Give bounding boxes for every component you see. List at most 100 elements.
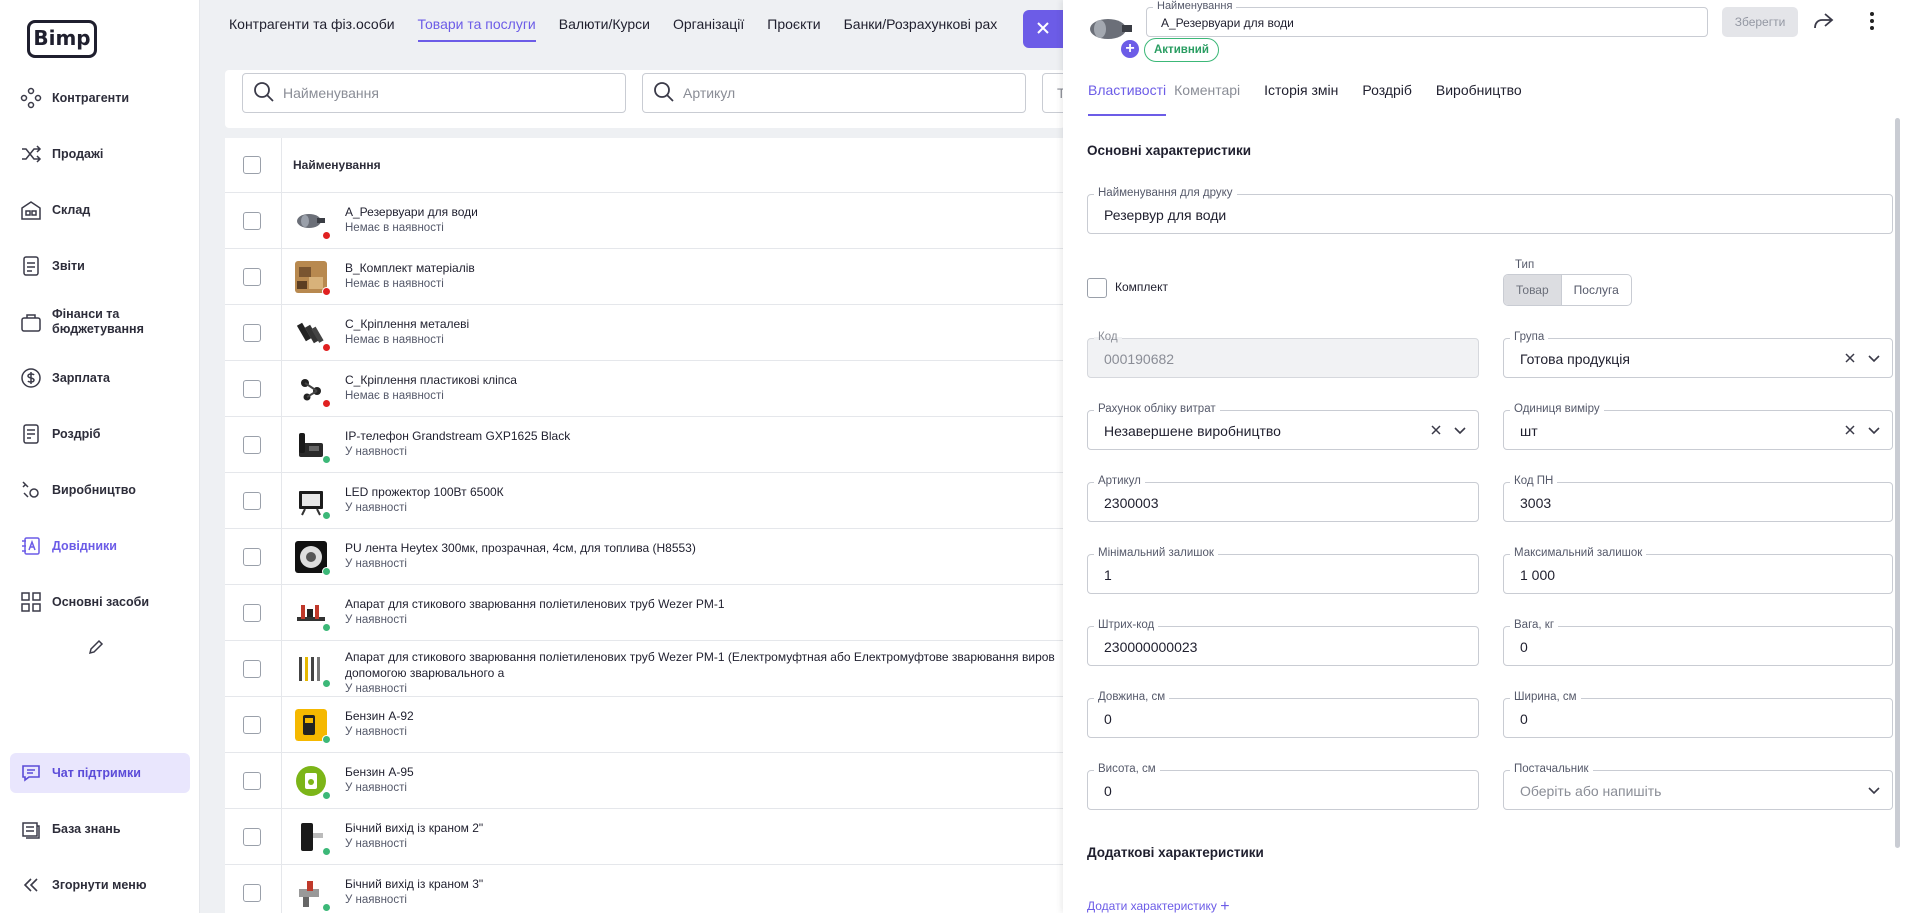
- tab-goods-services[interactable]: Товари та послуги: [417, 16, 536, 42]
- in-stock-dot: [322, 903, 331, 912]
- name-search[interactable]: [242, 73, 626, 113]
- height-field[interactable]: Висота, см 0: [1087, 763, 1479, 810]
- cost-account-select[interactable]: Рахунок обліку витрат Незавершене виробн…: [1087, 403, 1479, 450]
- clear-icon[interactable]: [1842, 422, 1858, 438]
- table-row[interactable]: С_Кріплення металеві Немає в наявності: [225, 305, 1065, 361]
- add-image-button[interactable]: +: [1121, 40, 1139, 58]
- stock-status: У наявності: [345, 726, 407, 738]
- tab-properties[interactable]: Властивості: [1088, 82, 1167, 116]
- tab-retail[interactable]: Роздріб: [1362, 82, 1412, 116]
- sidebar-item-support-chat[interactable]: Чат підтримки: [10, 753, 190, 793]
- table-row[interactable]: С_Кріплення пластикові кліпса Немає в на…: [225, 361, 1065, 417]
- chevron-down-icon[interactable]: [1866, 782, 1882, 798]
- table-row[interactable]: Бічний вихід із краном 3" У наявності: [225, 865, 1065, 913]
- tab-organizations[interactable]: Організації: [673, 16, 744, 42]
- tab-projects[interactable]: Проєкти: [767, 16, 820, 42]
- sidebar-item-retail[interactable]: Роздріб: [10, 414, 190, 454]
- sidebar-item-warehouse[interactable]: Склад: [10, 190, 190, 230]
- row-checkbox[interactable]: [243, 268, 261, 286]
- min-stock-field[interactable]: Мінімальний залишок 1: [1087, 547, 1479, 594]
- type-option-goods[interactable]: Товар: [1504, 275, 1562, 305]
- tab-production[interactable]: Виробництво: [1436, 82, 1522, 116]
- row-checkbox[interactable]: [243, 436, 261, 454]
- sidebar-item-production[interactable]: Виробництво: [10, 470, 190, 510]
- name-search-input[interactable]: [283, 85, 625, 101]
- sidebar-item-dictionaries[interactable]: Довідники: [10, 526, 190, 566]
- clear-icon[interactable]: [1842, 350, 1858, 366]
- tab-comments[interactable]: Коментарі: [1174, 82, 1240, 116]
- tab-history[interactable]: Історія змін: [1264, 82, 1338, 116]
- table-row[interactable]: IP-телефон Grandstream GXP1625 Black У н…: [225, 417, 1065, 473]
- table-row[interactable]: Бензин А-92 У наявності: [225, 697, 1065, 753]
- row-checkbox[interactable]: [243, 604, 261, 622]
- bimp-logo[interactable]: Bimp: [27, 20, 97, 58]
- panel-scrollbar[interactable]: [1895, 118, 1900, 848]
- table-row[interactable]: LED прожектор 100Вт 6500К У наявності: [225, 473, 1065, 529]
- stock-status: Немає в наявності: [345, 222, 444, 234]
- print-name-field[interactable]: Найменування для друку Резервур для води: [1087, 187, 1893, 234]
- tab-banks[interactable]: Банки/Розрахункові рах: [844, 16, 998, 42]
- row-checkbox[interactable]: [243, 380, 261, 398]
- edit-menu-pencil-icon[interactable]: [85, 636, 107, 658]
- row-checkbox[interactable]: [243, 212, 261, 230]
- table-row[interactable]: Апарат для стикового зварювання поліетил…: [225, 641, 1065, 697]
- group-select[interactable]: Група Готова продукція: [1503, 331, 1893, 378]
- row-checkbox[interactable]: [243, 772, 261, 790]
- unit-select[interactable]: Одиниця виміру шт: [1503, 403, 1893, 450]
- close-panel-button[interactable]: [1023, 10, 1063, 48]
- sidebar-item-knowledge-base[interactable]: База знань: [10, 809, 190, 849]
- sidebar-item-reports[interactable]: Звіти: [10, 246, 190, 286]
- row-checkbox[interactable]: [243, 324, 261, 342]
- sidebar-item-contractors[interactable]: Контрагенти: [10, 78, 190, 118]
- sidebar-item-collapse-menu[interactable]: Згорнути меню: [10, 865, 190, 905]
- tab-currencies[interactable]: Валюти/Курси: [559, 16, 650, 42]
- sidebar-item-finance[interactable]: Фінанси та бюджетування: [10, 302, 190, 342]
- sku-search[interactable]: [642, 73, 1026, 113]
- max-stock-field[interactable]: Максимальний залишок 1 000: [1503, 547, 1893, 594]
- table-row[interactable]: А_Резервуари для води Немає в наявності: [225, 193, 1065, 249]
- width-field[interactable]: Ширина, см 0: [1503, 691, 1893, 738]
- save-button[interactable]: Зберегти: [1722, 7, 1798, 37]
- product-name: Бензин А-92: [345, 709, 414, 723]
- column-header-name[interactable]: Найменування: [293, 158, 381, 172]
- stock-status: У наявності: [345, 558, 407, 570]
- more-vertical-icon[interactable]: [1869, 11, 1885, 33]
- status-badge[interactable]: Активний: [1144, 38, 1219, 62]
- row-checkbox[interactable]: [243, 492, 261, 510]
- pn-code-field[interactable]: Код ПН 3003: [1503, 475, 1893, 522]
- row-checkbox[interactable]: [243, 716, 261, 734]
- stock-status: У наявності: [345, 502, 407, 514]
- kit-checkbox[interactable]: [1087, 278, 1107, 298]
- table-row[interactable]: PU лента Heytex 300мк, прозрачная, 4см, …: [225, 529, 1065, 585]
- product-name-field[interactable]: Найменування А_Резервуари для води: [1146, 0, 1708, 37]
- barcode-field[interactable]: Штрих-код 230000000023: [1087, 619, 1479, 666]
- in-stock-dot: [322, 567, 331, 576]
- row-checkbox[interactable]: [243, 548, 261, 566]
- sku-search-input[interactable]: [683, 85, 1025, 101]
- sku-field[interactable]: Артикул 2300003: [1087, 475, 1479, 522]
- tab-contractors[interactable]: Контрагенти та фіз.особи: [229, 16, 395, 42]
- table-row[interactable]: Апарат для стикового зварювання поліетил…: [225, 585, 1065, 641]
- sidebar-item-fixed-assets[interactable]: Основні засоби: [10, 582, 190, 622]
- supplier-select[interactable]: Постачальник Оберіть або напишіть: [1503, 763, 1893, 810]
- chevron-down-icon[interactable]: [1866, 350, 1882, 366]
- collapse-icon: [18, 872, 44, 898]
- share-icon[interactable]: [1812, 11, 1836, 33]
- clear-icon[interactable]: [1428, 422, 1444, 438]
- field-label: Довжина, см: [1094, 691, 1170, 703]
- sidebar-item-sales[interactable]: Продажі: [10, 134, 190, 174]
- row-checkbox[interactable]: [243, 660, 261, 678]
- type-option-service[interactable]: Послуга: [1562, 275, 1631, 305]
- add-characteristic-link[interactable]: Додати характеристику +: [1087, 898, 1230, 913]
- table-row[interactable]: Бічний вихід із краном 2" У наявності: [225, 809, 1065, 865]
- row-checkbox[interactable]: [243, 828, 261, 846]
- chevron-down-icon[interactable]: [1452, 422, 1468, 438]
- weight-field[interactable]: Вага, кг 0: [1503, 619, 1893, 666]
- length-field[interactable]: Довжина, см 0: [1087, 691, 1479, 738]
- table-row[interactable]: В_Комплект матеріалів Немає в наявності: [225, 249, 1065, 305]
- sidebar-item-salary[interactable]: Зарплата: [10, 358, 190, 398]
- row-checkbox[interactable]: [243, 884, 261, 902]
- select-all-checkbox[interactable]: [243, 156, 261, 174]
- table-row[interactable]: Бензин А-95 У наявності: [225, 753, 1065, 809]
- chevron-down-icon[interactable]: [1866, 422, 1882, 438]
